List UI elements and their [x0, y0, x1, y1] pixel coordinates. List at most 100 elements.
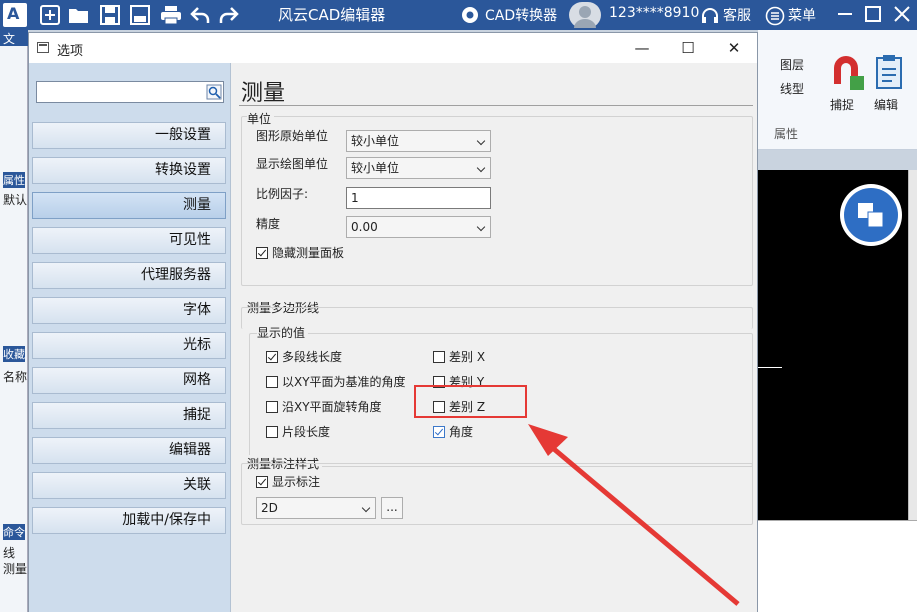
converter-link[interactable]: CAD转换器 [485, 5, 557, 25]
left-default-label: 默认 [3, 193, 27, 207]
checkbox-unchecked-icon [266, 400, 278, 413]
diff-x-checkbox[interactable]: 差别 X [433, 348, 485, 364]
save-icon[interactable] [100, 5, 120, 25]
checkbox-checked-icon [266, 350, 278, 363]
menu-icon[interactable] [765, 6, 785, 26]
left-favorites-label: 收藏 [3, 346, 25, 362]
app-titlebar: A 风云CAD编辑器 CAD转换器 123****8910 客服 菜单 [0, 0, 917, 30]
checkbox-checked-icon [433, 425, 445, 438]
export-pdf-icon[interactable] [130, 5, 150, 25]
nav-item-association[interactable]: 关联 [32, 472, 226, 499]
nav-item-cursor[interactable]: 光标 [32, 332, 226, 359]
app-logo-icon: A [3, 3, 27, 27]
dimension-style-select[interactable]: 2D [256, 497, 376, 519]
nav-item-measure[interactable]: 测量 [32, 192, 226, 219]
menu-link[interactable]: 菜单 [788, 5, 816, 25]
cmd-line-text: 线 [3, 546, 16, 560]
left-tab-label: 文 [3, 32, 16, 46]
hide-measure-panel-label: 隐藏测量面板 [272, 246, 345, 260]
background-left-panel: 文 属性 默认 收藏 名称 命令 线 测量 [0, 30, 28, 612]
options-nav: 一般设置 转换设置 测量 可见性 代理服务器 字体 光标 网格 捕捉 编辑器 关… [29, 63, 231, 612]
translate-icon [844, 188, 898, 242]
xy-angle-checkbox[interactable]: 以XY平面为基准的角度 [266, 373, 406, 389]
headset-icon[interactable] [700, 6, 720, 26]
search-icon[interactable] [206, 84, 222, 100]
maximize-icon[interactable] [864, 5, 882, 26]
segment-length-checkbox[interactable]: 片段长度 [266, 423, 330, 439]
nav-item-general[interactable]: 一般设置 [32, 122, 226, 149]
edit-clipboard-icon[interactable] [874, 54, 904, 90]
drawing-unit-select[interactable]: 较小单位 [346, 130, 491, 152]
chevron-down-icon [476, 222, 486, 232]
display-unit-select[interactable]: 较小单位 [346, 157, 491, 179]
checkbox-checked-icon [256, 475, 268, 488]
more-options-button[interactable]: ... [381, 497, 403, 519]
scale-factor-input[interactable]: 1 [346, 187, 491, 209]
nav-item-editor[interactable]: 编辑器 [32, 437, 226, 464]
ribbon-layer-label[interactable]: 图层 [780, 56, 804, 73]
undo-icon[interactable] [190, 5, 210, 25]
polyline-length-checkbox[interactable]: 多段线长度 [266, 348, 342, 364]
measure-settings-page: 测量 单位 图形原始单位 较小单位 显示绘图单位 较小单位 比例因子: 1 精度… [231, 63, 757, 612]
dialog-minimize-button[interactable]: — [619, 35, 665, 61]
nav-item-fonts[interactable]: 字体 [32, 297, 226, 324]
display-unit-value: 较小单位 [351, 161, 400, 175]
open-folder-icon[interactable] [68, 5, 90, 25]
dialog-close-button[interactable]: ✕ [711, 35, 757, 61]
user-name[interactable]: 123****8910 [609, 5, 699, 21]
avatar[interactable] [569, 2, 601, 28]
angle-label: 角度 [449, 425, 474, 439]
options-dialog: 选项 — ☐ ✕ 一般设置 转换设置 测量 可见性 代理服务器 字体 光标 网格… [28, 32, 758, 612]
print-icon[interactable] [160, 5, 182, 25]
search-input[interactable] [36, 81, 224, 103]
precision-select[interactable]: 0.00 [346, 216, 491, 238]
drawing-unit-label: 图形原始单位 [256, 129, 329, 143]
nav-item-visibility[interactable]: 可见性 [32, 227, 226, 254]
ribbon-edit-label[interactable]: 编辑 [874, 96, 898, 113]
left-properties-label: 属性 [3, 172, 25, 188]
minimize-icon[interactable] [836, 5, 854, 26]
scale-factor-label: 比例因子: [256, 187, 309, 201]
ribbon-properties-label: 属性 [774, 127, 799, 141]
ribbon-snap-label[interactable]: 捕捉 [830, 96, 854, 113]
app-logo-text: A [7, 4, 20, 23]
precision-label: 精度 [256, 217, 281, 231]
app-title: 风云CAD编辑器 [278, 6, 386, 24]
hide-measure-panel-checkbox[interactable]: 隐藏测量面板 [256, 244, 344, 260]
show-dimension-checkbox[interactable]: 显示标注 [256, 473, 320, 489]
dialog-titlebar: 选项 — ☐ ✕ [29, 33, 757, 63]
redo-icon[interactable] [219, 5, 239, 25]
new-file-icon[interactable] [40, 5, 60, 25]
converter-icon[interactable] [461, 6, 479, 24]
customer-service-link[interactable]: 客服 [723, 5, 751, 25]
checkbox-unchecked-icon [266, 425, 278, 438]
snap-magnet-icon[interactable] [828, 54, 864, 90]
polyline-length-label: 多段线长度 [282, 350, 343, 364]
xy-rotation-checkbox[interactable]: 沿XY平面旋转角度 [266, 398, 382, 414]
canvas-scrollbar[interactable] [908, 170, 917, 520]
dialog-title: 选项 [57, 44, 84, 59]
chevron-down-icon [476, 163, 486, 173]
nav-item-proxy[interactable]: 代理服务器 [32, 262, 226, 289]
drawing-canvas[interactable] [758, 170, 908, 520]
nav-item-snap[interactable]: 捕捉 [32, 402, 226, 429]
close-icon[interactable] [893, 5, 911, 26]
ribbon-linetype-label[interactable]: 线型 [780, 80, 804, 97]
translate-button[interactable] [840, 184, 902, 246]
polyline-group [241, 307, 753, 329]
nav-item-conversion[interactable]: 转换设置 [32, 157, 226, 184]
checkbox-unchecked-icon [433, 350, 445, 363]
checkbox-checked-icon [256, 246, 268, 259]
diff-x-label: 差别 X [449, 350, 486, 364]
scale-factor-value: 1 [351, 191, 359, 205]
angle-checkbox[interactable]: 角度 [433, 423, 473, 439]
segment-length-label: 片段长度 [282, 425, 331, 439]
dialog-maximize-button[interactable]: ☐ [665, 35, 711, 61]
xy-angle-label: 以XY平面为基准的角度 [282, 375, 406, 389]
precision-value: 0.00 [351, 220, 378, 234]
nav-item-grid[interactable]: 网格 [32, 367, 226, 394]
command-area[interactable] [758, 520, 917, 612]
canvas-line [758, 367, 782, 368]
xy-rotation-label: 沿XY平面旋转角度 [282, 400, 382, 414]
nav-item-loading-saving[interactable]: 加载中/保存中 [32, 507, 226, 534]
